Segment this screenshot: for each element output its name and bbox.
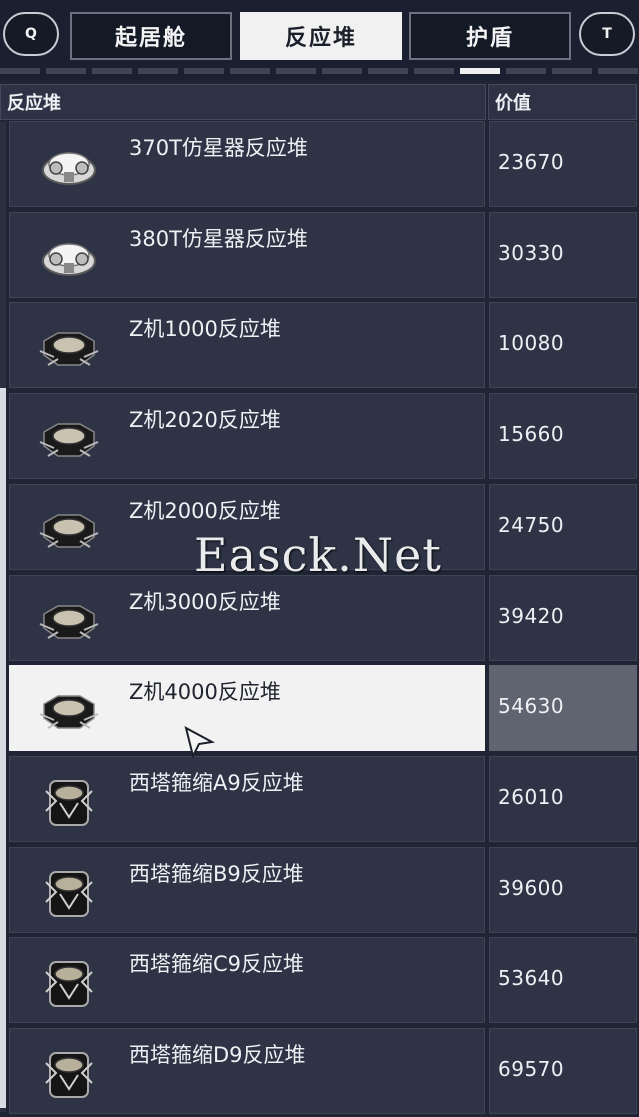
reactor-row-name-cell[interactable]: 380T仿星器反应堆 xyxy=(9,212,485,298)
reactor-name: Z机1000反应堆 xyxy=(129,317,281,341)
pointer-cursor-icon xyxy=(184,726,216,758)
reactor-name: Z机4000反应堆 xyxy=(129,680,281,704)
reactor-row-value-cell[interactable]: 23670 xyxy=(489,121,637,207)
reactor-name: 西塔箍缩D9反应堆 xyxy=(129,1043,306,1067)
reactor-name: 西塔箍缩B9反应堆 xyxy=(129,862,304,886)
page-indicator-segment xyxy=(506,68,546,74)
reactor-value: 39600 xyxy=(498,876,565,900)
cage-reactor-icon xyxy=(38,868,100,918)
reactor-row-name-cell[interactable]: 西塔箍缩A9反应堆 xyxy=(9,756,485,842)
page-indicator-segment xyxy=(46,68,86,74)
page-indicator-segment xyxy=(230,68,270,74)
reactor-name: 西塔箍缩C9反应堆 xyxy=(129,952,305,976)
reactor-row-value-cell[interactable]: 69570 xyxy=(489,1028,637,1114)
page-indicator-segment xyxy=(368,68,408,74)
reactor-name: Z机2000反应堆 xyxy=(129,499,281,523)
scrollbar-thumb[interactable] xyxy=(0,388,6,1108)
reactor-row-name-cell[interactable]: Z机1000反应堆 xyxy=(9,302,485,388)
next-category-key[interactable]: T xyxy=(579,12,635,56)
reactor-value: 15660 xyxy=(498,422,565,446)
cage-reactor-icon xyxy=(38,777,100,827)
reactor-value: 30330 xyxy=(498,241,565,265)
reactor-row-value-cell[interactable]: 30330 xyxy=(489,212,637,298)
reactor-name: 380T仿星器反应堆 xyxy=(129,227,308,251)
reactor-row-name-cell[interactable]: Z机2020反应堆 xyxy=(9,393,485,479)
black-reactor-icon xyxy=(38,505,100,555)
black-reactor-icon xyxy=(38,686,100,736)
reactor-row-name-cell[interactable]: Z机4000反应堆 xyxy=(9,665,485,751)
page-indicator-segment xyxy=(598,68,638,74)
reactor-value: 69570 xyxy=(498,1057,565,1081)
cage-reactor-icon xyxy=(38,1049,100,1099)
reactor-value: 23670 xyxy=(498,150,565,174)
reactor-row-value-cell[interactable]: 54630 xyxy=(489,665,637,751)
tab-habitat[interactable]: 起居舱 xyxy=(70,12,232,60)
column-header-name[interactable]: 反应堆 xyxy=(0,84,486,120)
page-indicator-segment xyxy=(138,68,178,74)
page-indicator-segment xyxy=(414,68,454,74)
reactor-value: 39420 xyxy=(498,604,565,628)
column-header-value[interactable]: 价值 xyxy=(488,84,637,120)
reactor-value: 54630 xyxy=(498,694,565,718)
reactor-value: 24750 xyxy=(498,513,565,537)
page-indicator-segment xyxy=(276,68,316,74)
page-indicator-segment xyxy=(460,68,500,74)
reactor-row-value-cell[interactable]: 26010 xyxy=(489,756,637,842)
reactor-row-name-cell[interactable]: 西塔箍缩D9反应堆 xyxy=(9,1028,485,1114)
reactor-name: Z机3000反应堆 xyxy=(129,590,281,614)
cage-reactor-icon xyxy=(38,958,100,1008)
black-reactor-icon xyxy=(38,414,100,464)
reactor-row-value-cell[interactable]: 24750 xyxy=(489,484,637,570)
black-reactor-icon xyxy=(38,596,100,646)
reactor-row-name-cell[interactable]: 西塔箍缩C9反应堆 xyxy=(9,937,485,1023)
prev-category-key[interactable]: Q xyxy=(3,12,59,56)
tab-reactor[interactable]: 反应堆 xyxy=(240,12,402,60)
reactor-name: Z机2020反应堆 xyxy=(129,408,281,432)
reactor-name: 370T仿星器反应堆 xyxy=(129,136,308,160)
reactor-row-name-cell[interactable]: 370T仿星器反应堆 xyxy=(9,121,485,207)
page-indicator-segment xyxy=(322,68,362,74)
page-indicator-segment xyxy=(184,68,224,74)
reactor-row-value-cell[interactable]: 10080 xyxy=(489,302,637,388)
white-reactor-icon xyxy=(38,233,100,283)
white-reactor-icon xyxy=(38,142,100,192)
reactor-row-value-cell[interactable]: 53640 xyxy=(489,937,637,1023)
black-reactor-icon xyxy=(38,323,100,373)
reactor-row-name-cell[interactable]: 西塔箍缩B9反应堆 xyxy=(9,847,485,933)
page-indicator-segment xyxy=(552,68,592,74)
reactor-name: 西塔箍缩A9反应堆 xyxy=(129,771,304,795)
page-indicator-segment xyxy=(0,68,40,74)
reactor-row-value-cell[interactable]: 15660 xyxy=(489,393,637,479)
reactor-value: 10080 xyxy=(498,331,565,355)
reactor-row-value-cell[interactable]: 39420 xyxy=(489,575,637,661)
reactor-row-value-cell[interactable]: 39600 xyxy=(489,847,637,933)
page-indicator-segment xyxy=(92,68,132,74)
tab-shield[interactable]: 护盾 xyxy=(409,12,571,60)
reactor-row-name-cell[interactable]: Z机3000反应堆 xyxy=(9,575,485,661)
watermark: Easck.Net xyxy=(194,528,442,582)
category-tab-bar: Q 起居舱 反应堆 护盾 T xyxy=(0,0,639,80)
reactor-value: 53640 xyxy=(498,966,565,990)
reactor-value: 26010 xyxy=(498,785,565,809)
page-indicator xyxy=(0,68,639,76)
